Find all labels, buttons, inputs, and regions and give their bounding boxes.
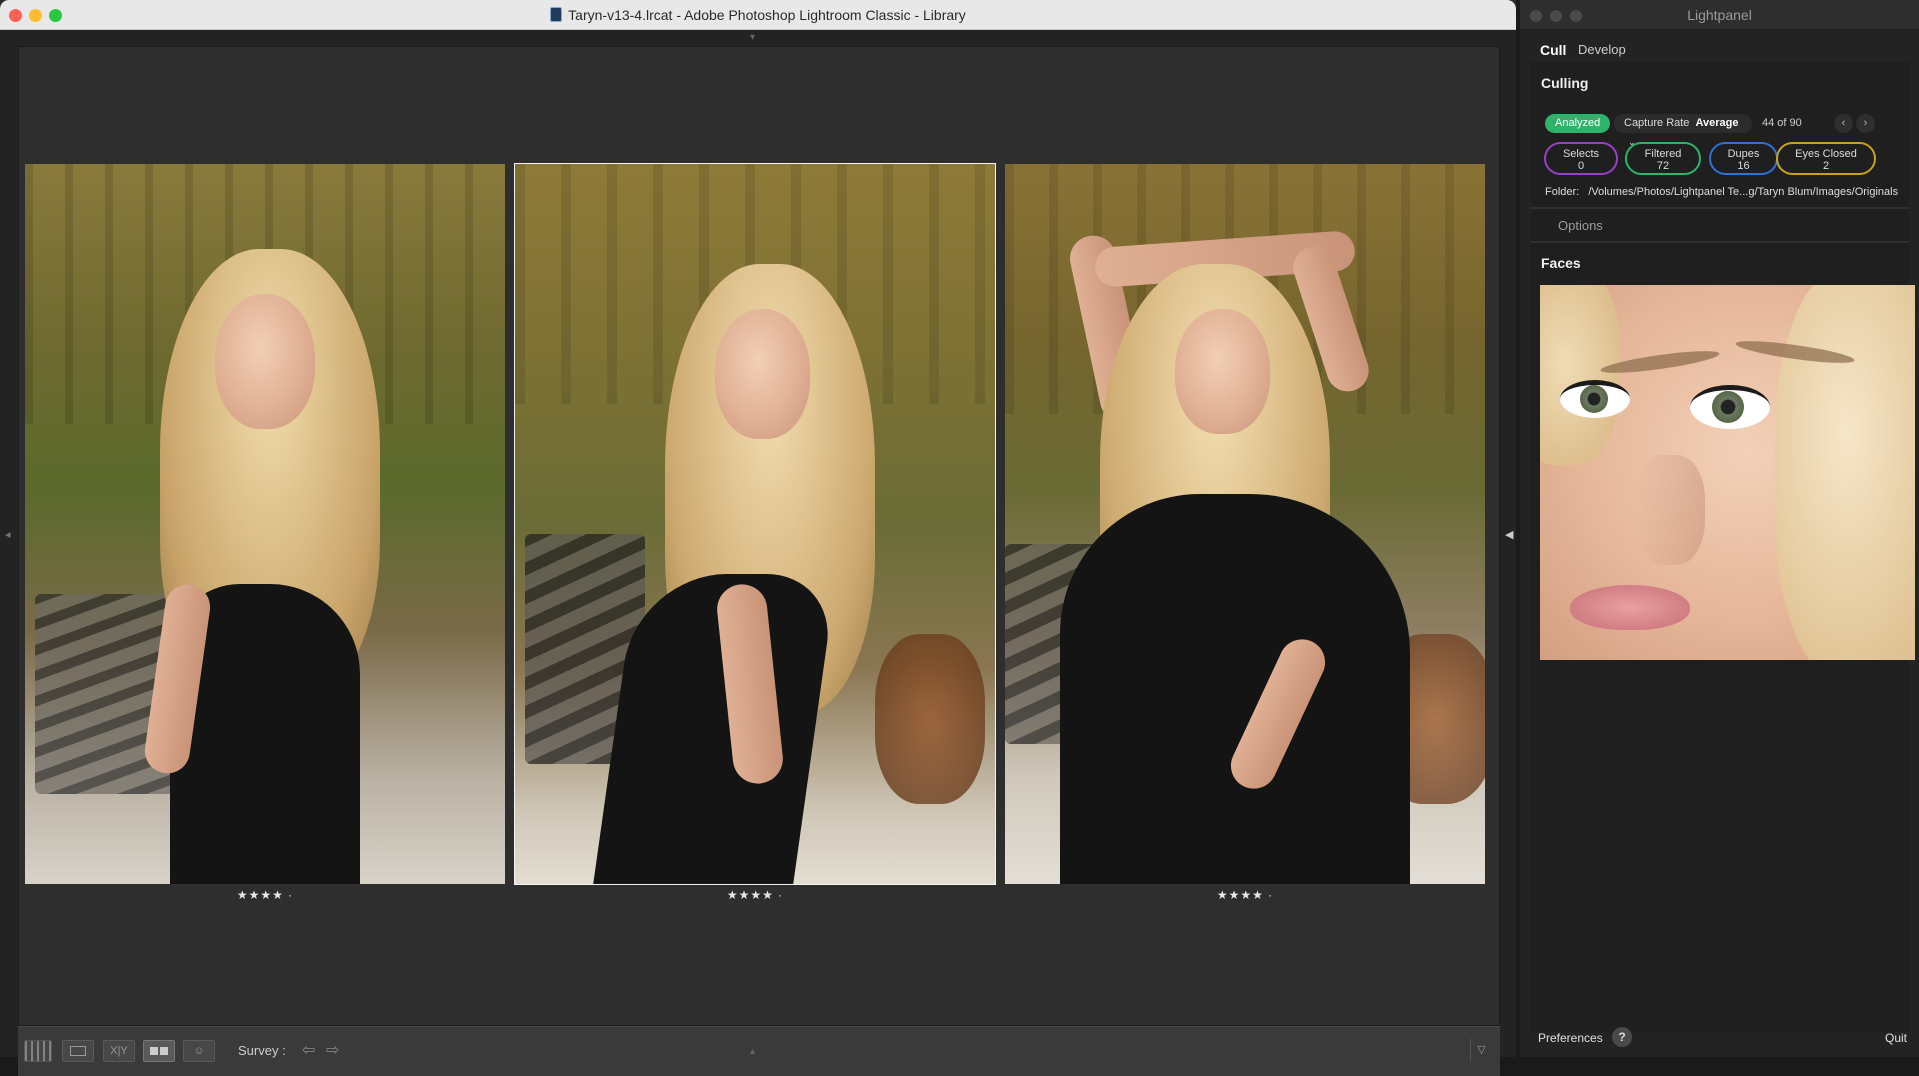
preferences-button[interactable]: Preferences [1538, 1031, 1603, 1045]
survey-view-icon[interactable] [143, 1040, 175, 1062]
analyzed-status-badge: Analyzed [1545, 114, 1611, 133]
lightroom-titlebar: Taryn-v13-4.lrcat - Adobe Photoshop Ligh… [0, 0, 1516, 30]
survey-label: Survey : [238, 1043, 286, 1058]
library-toolbar: X|Y ☺ Survey : ⇦ ⇨ ▽ [18, 1026, 1500, 1076]
tab-develop[interactable]: Develop [1578, 42, 1626, 57]
photo-thumbnail-selected[interactable] [514, 163, 996, 885]
eyes-closed-filter-button[interactable]: Eyes Closed 2 [1776, 142, 1876, 175]
loupe-view-icon[interactable] [62, 1040, 94, 1062]
section-divider [1530, 207, 1909, 209]
people-view-icon[interactable]: ☺ [183, 1040, 215, 1062]
photo-rating[interactable]: ★★★★ · [515, 888, 995, 902]
folder-path: /Volumes/Photos/Lightpanel Te...g/Taryn … [1588, 186, 1899, 198]
toolbar-options-dropdown[interactable]: ▽ [1470, 1039, 1492, 1061]
faces-heading: Faces [1541, 255, 1581, 271]
left-panel-toggle-icon[interactable]: ◂ [5, 528, 11, 541]
photo-rating[interactable]: ★★★★ · [25, 888, 505, 902]
top-panel-toggle-icon[interactable]: ▾ [750, 32, 755, 43]
survey-view-area: ★★★★ · ★★★★ · ★★★★ · [18, 46, 1500, 1026]
previous-photo-button[interactable]: ‹ [1834, 114, 1853, 133]
folder-path-row: Folder: /Volumes/Photos/Lightpanel Te...… [1545, 186, 1898, 198]
tab-cull[interactable]: Cull [1540, 42, 1566, 58]
stat-label: Dupes [1727, 148, 1760, 160]
lightroom-window: Taryn-v13-4.lrcat - Adobe Photoshop Ligh… [0, 0, 1516, 1076]
lightpanel-panel: Lightpanel Cull Develop Culling Analyzed… [1520, 0, 1919, 1057]
photo-thumbnail[interactable] [1005, 164, 1485, 884]
previous-photo-arrow-icon[interactable]: ⇦ [302, 1040, 315, 1060]
lightpanel-window: Lightpanel Cull Develop Culling Analyzed… [1520, 0, 1919, 1057]
section-divider [1530, 241, 1909, 243]
survey-photo-cell-3[interactable]: ★★★★ · [1005, 164, 1485, 902]
next-photo-arrow-icon[interactable]: ⇨ [326, 1040, 339, 1060]
survey-photo-cell-2[interactable]: ★★★★ · [514, 163, 996, 902]
dupes-filter-button[interactable]: Dupes 16 [1709, 142, 1778, 175]
lightpanel-title: Lightpanel [1687, 7, 1752, 23]
bottom-panel-toggle-icon[interactable]: ▴ [750, 1046, 755, 1057]
photo-count-text: 44 of 90 [1762, 117, 1802, 129]
capture-rate-label: Capture Rate [1624, 117, 1690, 129]
compare-view-icon[interactable]: X|Y [103, 1040, 135, 1062]
lightpanel-titlebar: Lightpanel [1520, 0, 1919, 30]
stat-value: 0 [1577, 160, 1585, 172]
quit-button[interactable]: Quit [1885, 1031, 1907, 1045]
stat-label: Selects [1562, 148, 1600, 160]
face-closeup-image[interactable] [1540, 285, 1915, 660]
catalog-file-icon [550, 7, 563, 22]
capture-rate-select[interactable]: Capture Rate Average ⌄ [1614, 114, 1752, 147]
stat-label: Eyes Closed [1795, 148, 1857, 160]
stat-label: Filtered [1644, 148, 1682, 160]
capture-rate-value: Average [1695, 117, 1739, 129]
folder-label: Folder: [1545, 186, 1580, 198]
library-workspace: ▾ ◂ ◀ ★★★★ · ★★★★ · ★★★★ · X|Y ☺ Survey … [0, 30, 1516, 1076]
right-panel-toggle-icon[interactable]: ◀ [1505, 528, 1513, 541]
window-title: Taryn-v13-4.lrcat - Adobe Photoshop Ligh… [568, 7, 966, 23]
filtered-filter-button[interactable]: Filtered 72 [1625, 142, 1701, 175]
stat-value: 72 [1656, 160, 1670, 172]
stat-value: 16 [1737, 160, 1750, 172]
photo-rating[interactable]: ★★★★ · [1005, 888, 1485, 902]
help-button[interactable]: ? [1612, 1027, 1632, 1047]
grid-view-icon[interactable] [24, 1040, 52, 1062]
next-photo-button[interactable]: › [1856, 114, 1875, 133]
stat-value: 2 [1822, 160, 1830, 172]
options-section-toggle[interactable]: Options [1558, 218, 1603, 233]
culling-heading: Culling [1541, 75, 1589, 91]
survey-photo-cell-1[interactable]: ★★★★ · [25, 164, 505, 902]
lightpanel-footer: Preferences ? Quit [1520, 1025, 1919, 1057]
selects-filter-button[interactable]: Selects 0 [1544, 142, 1618, 175]
window-title-container: Taryn-v13-4.lrcat - Adobe Photoshop Ligh… [0, 0, 1516, 30]
photo-thumbnail[interactable] [25, 164, 505, 884]
